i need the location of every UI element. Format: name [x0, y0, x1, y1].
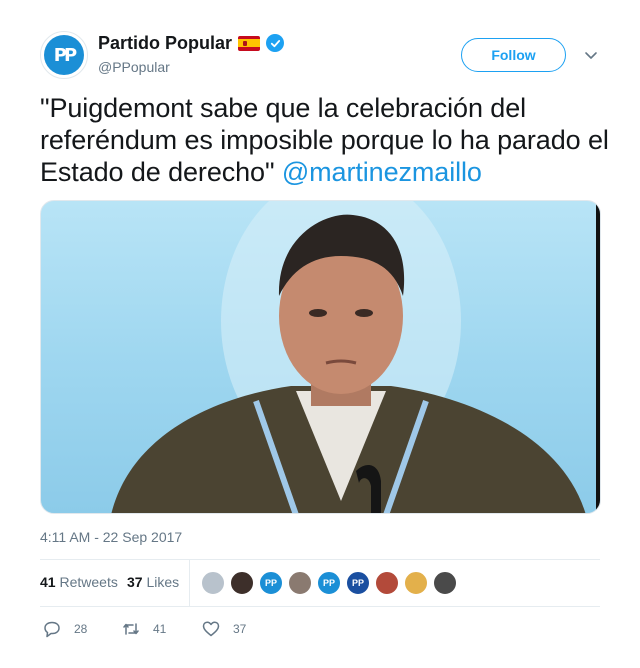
likes-stat-label: Likes [146, 574, 180, 590]
reply-count: 28 [74, 622, 88, 636]
author-display-name[interactable]: Partido Popular [98, 32, 232, 54]
pp-logo-icon: PP [44, 35, 84, 75]
author-name-row[interactable]: Partido Popular [98, 32, 285, 54]
liker-avatar[interactable]: PP [346, 571, 370, 595]
liker-avatar[interactable] [201, 571, 225, 595]
stats-separator [189, 560, 190, 606]
liker-avatar[interactable]: PP [259, 571, 283, 595]
author-names: Partido Popular @PPopular [98, 32, 285, 77]
chevron-down-icon[interactable] [583, 47, 599, 63]
retweet-count: 41 [153, 622, 167, 636]
likes-stat-count: 37 [127, 574, 143, 590]
retweet-button[interactable]: 41 [121, 619, 166, 639]
heart-icon [202, 621, 220, 637]
reply-button[interactable]: 28 [42, 619, 87, 639]
tweet-photo[interactable] [40, 200, 601, 514]
like-button[interactable]: 37 [201, 619, 246, 639]
liker-avatar[interactable] [230, 571, 254, 595]
liker-avatar[interactable] [288, 571, 312, 595]
liker-avatar[interactable]: PP [317, 571, 341, 595]
retweets-stat[interactable]: 41 Retweets [40, 574, 118, 590]
likes-stat[interactable]: 37 Likes [127, 574, 179, 590]
divider-bottom [40, 606, 600, 607]
retweet-icon [123, 623, 139, 635]
author-handle[interactable]: @PPopular [98, 57, 284, 77]
tweet-stats: 41 Retweets 37 Likes PP PP PP [40, 560, 600, 606]
tweet-timestamp[interactable]: 4:11 AM - 22 Sep 2017 [40, 529, 182, 545]
tweet-text: "Puigdemont sabe que la celebración del … [40, 92, 610, 188]
retweets-stat-label: Retweets [59, 574, 118, 590]
tweet-actions: 28 41 37 [40, 617, 600, 641]
photo-content [111, 201, 586, 513]
author-avatar[interactable]: PP [40, 31, 88, 79]
spain-flag-icon [238, 35, 261, 51]
photo-edge [596, 201, 600, 513]
like-count: 37 [233, 622, 247, 636]
tweet-header: PP Partido Popular @PPopular Follow [40, 31, 600, 81]
mention-link[interactable]: @martinezmaillo [282, 157, 482, 187]
liker-avatar[interactable] [404, 571, 428, 595]
verified-badge-icon [266, 34, 285, 52]
follow-button[interactable]: Follow [461, 38, 566, 72]
liker-avatar[interactable] [375, 571, 399, 595]
reply-icon [44, 621, 60, 638]
liker-avatar[interactable] [433, 571, 457, 595]
liker-avatars: PP PP PP [201, 571, 457, 595]
retweets-stat-count: 41 [40, 574, 56, 590]
